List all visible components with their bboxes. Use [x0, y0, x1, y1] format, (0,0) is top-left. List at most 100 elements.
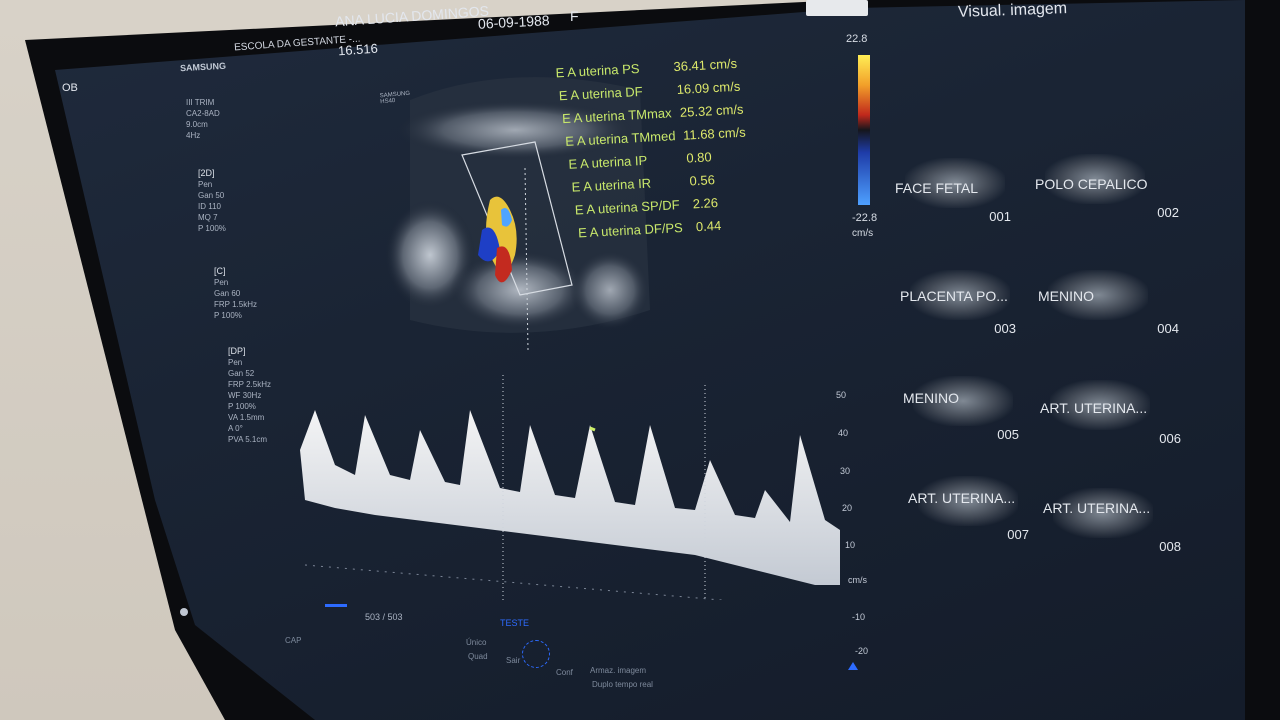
params-c-title: [C] — [214, 266, 226, 276]
params-2d: [2D] Pen Gan 50 ID 110 MQ 7 P 100% — [198, 168, 226, 234]
unico-button[interactable]: Único — [466, 638, 486, 647]
thumbnail-001[interactable]: FACE FETAL 001 — [895, 150, 1015, 228]
thumbnail-007[interactable]: ART. UTERINA... 007 — [908, 468, 1033, 546]
measurement-value: 36.41 cm/s — [673, 55, 738, 75]
param-line: VA 1.5mm — [228, 413, 265, 422]
measurement-row: E A uterina DF/PS 0.44 — [577, 218, 722, 241]
axis-tick: -20 — [855, 646, 869, 656]
thumbnail-number: 003 — [994, 321, 1016, 336]
params-doppler: [DP] Pen Gan 52 FRP 2.5kHz WF 30Hz P 100… — [228, 346, 271, 445]
armaz-imagem-button[interactable]: Armaz. imagem — [590, 666, 646, 675]
axis-tick: -10 — [852, 612, 866, 622]
color-scale-bottom: -22.8 — [852, 212, 878, 224]
probe-line: III TRIM — [186, 98, 215, 107]
thumbnail-label: POLO CEPALICO — [1035, 176, 1148, 192]
sair-button[interactable]: Sair — [506, 656, 520, 665]
image-view-title: Visual. imagem — [957, 0, 1068, 21]
measurement-label: E A uterina PS — [555, 60, 640, 81]
measurement-row: E A uterina SP/DF 2.26 — [574, 195, 719, 218]
params-color: [C] Pen Gan 60 FRP 1.5kHz P 100% — [214, 266, 257, 321]
measurement-row: E A uterina TMmax 25.32 cm/s — [561, 102, 744, 127]
thumbnail-label: FACE FETAL — [895, 180, 978, 196]
measurement-value: 0.80 — [685, 149, 713, 166]
measurement-label: E A uterina IP — [568, 152, 648, 172]
doppler-spectrum — [300, 375, 840, 600]
param-line: WF 30Hz — [228, 391, 262, 400]
frame-counter: 503 / 503 — [365, 612, 403, 622]
axis-tick: 20 — [842, 503, 853, 513]
thumbnail-number: 002 — [1157, 205, 1179, 220]
color-scale-bar — [858, 55, 870, 205]
status-icons — [806, 0, 868, 16]
spectral-envelope — [300, 410, 840, 585]
param-line: P 100% — [214, 311, 242, 320]
thumbnail-004[interactable]: MENINO 004 — [1038, 262, 1183, 340]
thumbnail-number: 001 — [989, 209, 1011, 224]
measurement-row: E A uterina DF 16.09 cm/s — [558, 79, 740, 104]
baseline-marker-icon — [848, 662, 858, 670]
measurement-panel: E A uterina PS 36.41 cm/s E A uterina DF 1… — [555, 55, 764, 250]
thumbnail-number: 006 — [1159, 431, 1181, 446]
color-scale-top: 22.8 — [846, 33, 868, 45]
thumbnail-005[interactable]: MENINO 005 — [903, 368, 1023, 446]
thumbnail-label: ART. UTERINA... — [908, 490, 1016, 506]
measurement-row: E A uterina IR 0.56 — [571, 172, 715, 195]
measurement-label: E A uterina IR — [571, 175, 652, 195]
probe-line: CA2-8AD — [186, 109, 220, 118]
param-line: Gan 50 — [198, 191, 225, 200]
measurement-value: 25.32 cm/s — [679, 101, 744, 120]
param-line: ID 110 — [198, 202, 221, 211]
quad-button[interactable]: Quad — [468, 652, 488, 661]
measurement-row: E A uterina TMmed 11.68 cm/s — [564, 124, 746, 149]
patient-id: 16.516 — [337, 40, 379, 59]
param-line: A 0° — [228, 424, 243, 433]
param-line: Pen — [214, 278, 229, 287]
cap-label: CAP — [285, 636, 302, 645]
param-line: P 100% — [228, 402, 256, 411]
measurement-label: E A uterina DF/PS — [577, 219, 684, 241]
thumbnail-label: MENINO — [1038, 288, 1094, 304]
params-dp-title: [DP] — [228, 346, 246, 356]
measurement-value: 0.56 — [689, 172, 716, 189]
trackball-icon[interactable] — [522, 640, 550, 668]
thumbnail-003[interactable]: PLACENTA PO... 003 — [900, 262, 1020, 340]
mode-label: OB — [62, 82, 78, 94]
measurement-label: E A uterina TMmax — [561, 105, 672, 127]
param-line: PVA 5.1cm — [228, 435, 267, 444]
thumbnail-number: 007 — [1007, 527, 1029, 542]
param-line: P 100% — [198, 224, 226, 233]
thumbnail-label: PLACENTA PO... — [900, 288, 1008, 304]
measurement-row: E A uterina PS 36.41 cm/s — [555, 56, 737, 81]
status-dot — [180, 608, 188, 616]
axis-tick: 40 — [838, 428, 849, 438]
ps-cursor — [589, 426, 596, 432]
thumbnail-label: ART. UTERINA... — [1043, 500, 1151, 516]
param-line: Gan 52 — [228, 369, 255, 378]
cine-slider[interactable] — [325, 604, 347, 607]
probe-info: III TRIM CA2-8AD 9.0cm 4Hz — [186, 97, 220, 141]
param-line: MQ 7 — [198, 213, 218, 222]
thumbnail-number: 005 — [997, 427, 1019, 442]
probe-line: 9.0cm — [186, 120, 208, 129]
patient-sex: F — [570, 8, 579, 24]
probe-line: 4Hz — [186, 131, 201, 140]
measurement-label: E A uterina TMmed — [564, 128, 676, 149]
measurement-value: 16.09 cm/s — [676, 78, 741, 98]
duplo-tempo-real-button[interactable]: Duplo tempo real — [592, 680, 653, 689]
params-2d-title: [2D] — [198, 168, 215, 178]
color-scale-unit: cm/s — [852, 228, 874, 239]
measurement-label: E A uterina DF — [558, 83, 643, 104]
param-line: Pen — [228, 358, 243, 367]
thumbnail-006[interactable]: ART. UTERINA... 006 — [1040, 372, 1185, 450]
conf-button[interactable]: Conf — [556, 668, 573, 677]
thumbnail-label: ART. UTERINA... — [1040, 400, 1148, 416]
thumbnail-label: MENINO — [903, 390, 959, 406]
thumbnail-002[interactable]: POLO CEPALICO 002 — [1035, 146, 1183, 224]
thumbnail-008[interactable]: ART. UTERINA... 008 — [1043, 480, 1185, 558]
param-line: FRP 2.5kHz — [228, 380, 271, 389]
axis-unit: cm/s — [848, 575, 867, 585]
axis-tick: 10 — [845, 540, 856, 550]
measurement-value: 0.44 — [695, 217, 722, 235]
measurement-label: E A uterina SP/DF — [574, 197, 680, 218]
thumbnail-number: 004 — [1157, 321, 1179, 336]
